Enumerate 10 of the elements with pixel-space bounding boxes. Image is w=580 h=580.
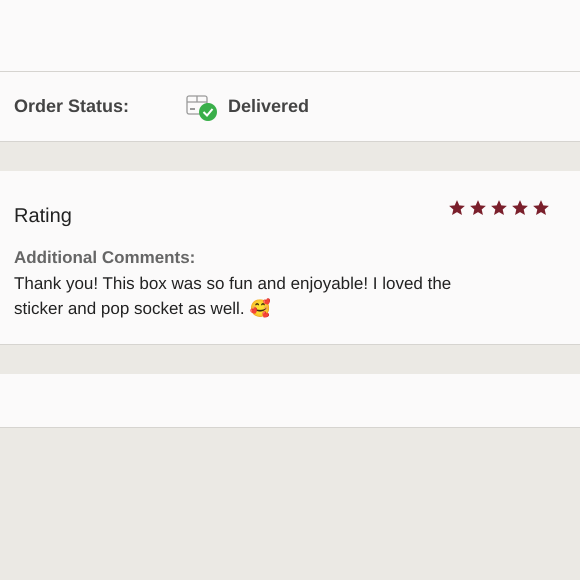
star-icon	[448, 199, 466, 217]
comments-label: Additional Comments:	[14, 247, 196, 269]
rating-title: Rating	[14, 204, 72, 229]
status-label: Order Status:	[14, 95, 130, 118]
star-icon	[532, 199, 550, 217]
star-icon	[490, 199, 508, 217]
star-icon	[469, 199, 487, 217]
star-icon	[511, 199, 529, 217]
status-value: Delivered	[228, 95, 310, 118]
comment-text: Thank you! This box was so fun and enjoyable! I loved the sticker and pop socket as well. 🥰	[14, 274, 452, 318]
